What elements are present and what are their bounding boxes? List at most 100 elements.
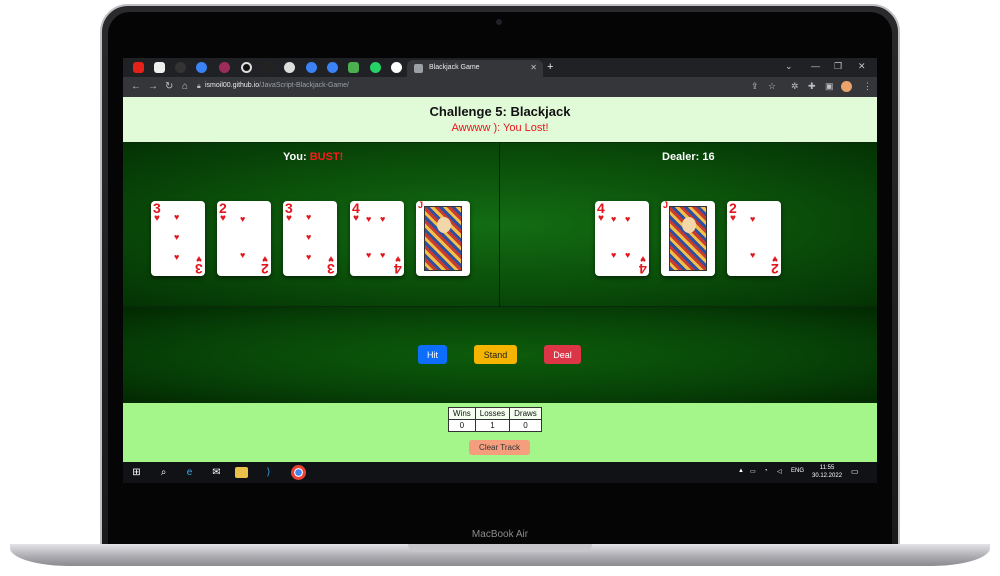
card-suit-icon: ♥ [598, 213, 604, 224]
taskbar: ⊞ ⌕ e ✉ ⟩ ▲ ▭ ◔ ◁ ENG 11:55 30.12.2022 ▭ [123, 462, 877, 483]
card-pip: ♥ [306, 212, 312, 222]
volume-icon[interactable]: ◁ [777, 468, 782, 475]
share-icon[interactable]: ⇪ [751, 81, 759, 92]
card-rank: 2 [771, 261, 779, 276]
player-card: J [416, 201, 470, 276]
player-card: 2 ♥ ♥ ♥ ♥ 2 [217, 201, 271, 276]
sidepanel-icon[interactable]: ▣ [825, 81, 834, 92]
bookmark-star-icon[interactable]: ☆ [768, 81, 776, 92]
tab-search-icon[interactable]: ⌄ [785, 61, 793, 72]
page-title: Challenge 5: Blackjack [429, 104, 571, 119]
forward-icon[interactable]: → [148, 81, 158, 92]
puzzle-icon[interactable]: ✚ [808, 81, 816, 92]
device-label: MacBook Air [471, 529, 529, 540]
card-pip: ♥ [380, 250, 386, 260]
dealer-score: Dealer: 16 [662, 151, 715, 163]
new-tab-button[interactable]: + [547, 61, 553, 73]
search-icon[interactable]: ⌕ [156, 465, 171, 480]
tab-bar: Blackjack Game ✕ + ⌄ — ❐ ✕ [123, 58, 877, 77]
medium-tab-icon[interactable] [154, 62, 165, 73]
restore-icon[interactable]: ❐ [834, 61, 842, 72]
taskbar-clock[interactable]: 11:55 30.12.2022 [812, 464, 842, 480]
card-table: You: BUST! Dealer: 16 3 ♥ ♥ ♥ ♥ ♥ 3 2 ♥ … [123, 142, 877, 308]
card-pip: ♥ [306, 232, 312, 242]
clock-time: 11:55 [819, 465, 835, 471]
google-tab-icon[interactable] [391, 62, 402, 73]
extension-icon[interactable]: ✲ [791, 81, 799, 92]
hit-button[interactable]: Hit [418, 345, 447, 364]
jack-face-art [669, 206, 707, 271]
edge-tab-icon[interactable] [196, 62, 207, 73]
player-label: You: [283, 151, 310, 163]
scoreboard-table: Wins Losses Draws 0 1 0 [448, 407, 542, 432]
card-rank: 3 [195, 261, 203, 276]
card-suit-icon: ♥ [286, 213, 292, 224]
card-pip: ♥ [750, 214, 756, 224]
stand-button[interactable]: Stand [474, 345, 517, 364]
app-tab-icon[interactable] [219, 62, 230, 73]
deal-button[interactable]: Deal [544, 345, 581, 364]
url-host: ismoil00.github.io [205, 82, 260, 89]
card-rank: 4 [394, 261, 402, 276]
card-pip: ♥ [625, 214, 631, 224]
home-icon[interactable]: ⌂ [182, 81, 188, 92]
card-pip: ♥ [750, 250, 756, 260]
circle-tab-icon[interactable] [241, 62, 252, 73]
card-pip: ♥ [240, 214, 246, 224]
card-suit-icon: ♥ [353, 213, 359, 224]
player-card: 4 ♥ ♥ ♥ ♥ ♥ ♥ 4 [350, 201, 404, 276]
profile-avatar[interactable] [841, 81, 852, 92]
menu-kebab-icon[interactable]: ⋮ [863, 81, 872, 92]
game-controls: Hit Stand Deal [123, 307, 877, 403]
tab-blackjack[interactable]: Blackjack Game ✕ [407, 60, 543, 77]
card-rank: 4 [639, 261, 647, 276]
wins-header: Wins [448, 407, 476, 420]
card-pip: ♥ [174, 212, 180, 222]
camera [496, 19, 502, 25]
dealer-card: J [661, 201, 715, 276]
losses-value: 1 [474, 419, 511, 432]
card-pip: ♥ [380, 214, 386, 224]
github-tab-icon[interactable] [175, 62, 186, 73]
windows-start-icon[interactable]: ⊞ [129, 465, 144, 480]
edge-icon[interactable]: e [182, 465, 197, 480]
card-suit-icon: ♥ [730, 213, 736, 224]
youtube-tab-icon[interactable] [133, 62, 144, 73]
minimize-icon[interactable]: — [811, 61, 820, 71]
tab-close-icon[interactable]: ✕ [530, 63, 537, 72]
player-score-value: BUST! [309, 151, 344, 163]
chrome-icon[interactable] [291, 465, 306, 480]
blackjack-page: Challenge 5: Blackjack Awwww ): You Lost… [123, 97, 877, 462]
card-pip: ♥ [611, 214, 617, 224]
card-suit-icon: ♥ [154, 213, 160, 224]
compass-tab-icon[interactable] [284, 62, 295, 73]
wifi-icon[interactable]: ◔ [764, 468, 768, 474]
tray-chevron-icon[interactable]: ▲ [738, 468, 744, 474]
edge3-tab-icon[interactable] [327, 62, 338, 73]
vscode-icon[interactable]: ⟩ [261, 465, 276, 480]
clear-track-button[interactable]: Clear Track [469, 440, 530, 455]
card-pip: ♥ [366, 214, 372, 224]
url-field[interactable]: ismoil00.github.io/JavaScript-Blackjack-… [205, 82, 349, 89]
score-footer: Wins Losses Draws 0 1 0 Clear Track [123, 403, 877, 462]
losses-header: Losses [474, 407, 511, 420]
card-rank: J [663, 201, 669, 210]
window-close-icon[interactable]: ✕ [858, 61, 866, 72]
language-indicator[interactable]: ENG [791, 468, 804, 474]
mail-icon[interactable]: ✉ [209, 465, 224, 480]
sheet-tab-icon[interactable] [348, 62, 359, 73]
lock-icon: 🔒︎ [197, 83, 201, 90]
paypal-tab-icon[interactable] [262, 62, 273, 73]
battery-icon[interactable]: ▭ [750, 468, 756, 475]
edge2-tab-icon[interactable] [306, 62, 317, 73]
reload-icon[interactable]: ↻ [165, 81, 173, 92]
notification-icon[interactable]: ▭ [851, 467, 859, 476]
back-icon[interactable]: ← [131, 81, 141, 92]
url-path: /JavaScript-Blackjack-Game/ [259, 82, 349, 89]
tab-title: Blackjack Game [429, 64, 480, 71]
screen: Blackjack Game ✕ + ⌄ — ❐ ✕ ← → ↻ ⌂ 🔒︎ is… [123, 58, 877, 483]
whatsapp-tab-icon[interactable] [370, 62, 381, 73]
player-score: You: BUST! [283, 151, 343, 163]
file-explorer-icon[interactable] [235, 467, 248, 478]
card-pip: ♥ [306, 252, 312, 262]
